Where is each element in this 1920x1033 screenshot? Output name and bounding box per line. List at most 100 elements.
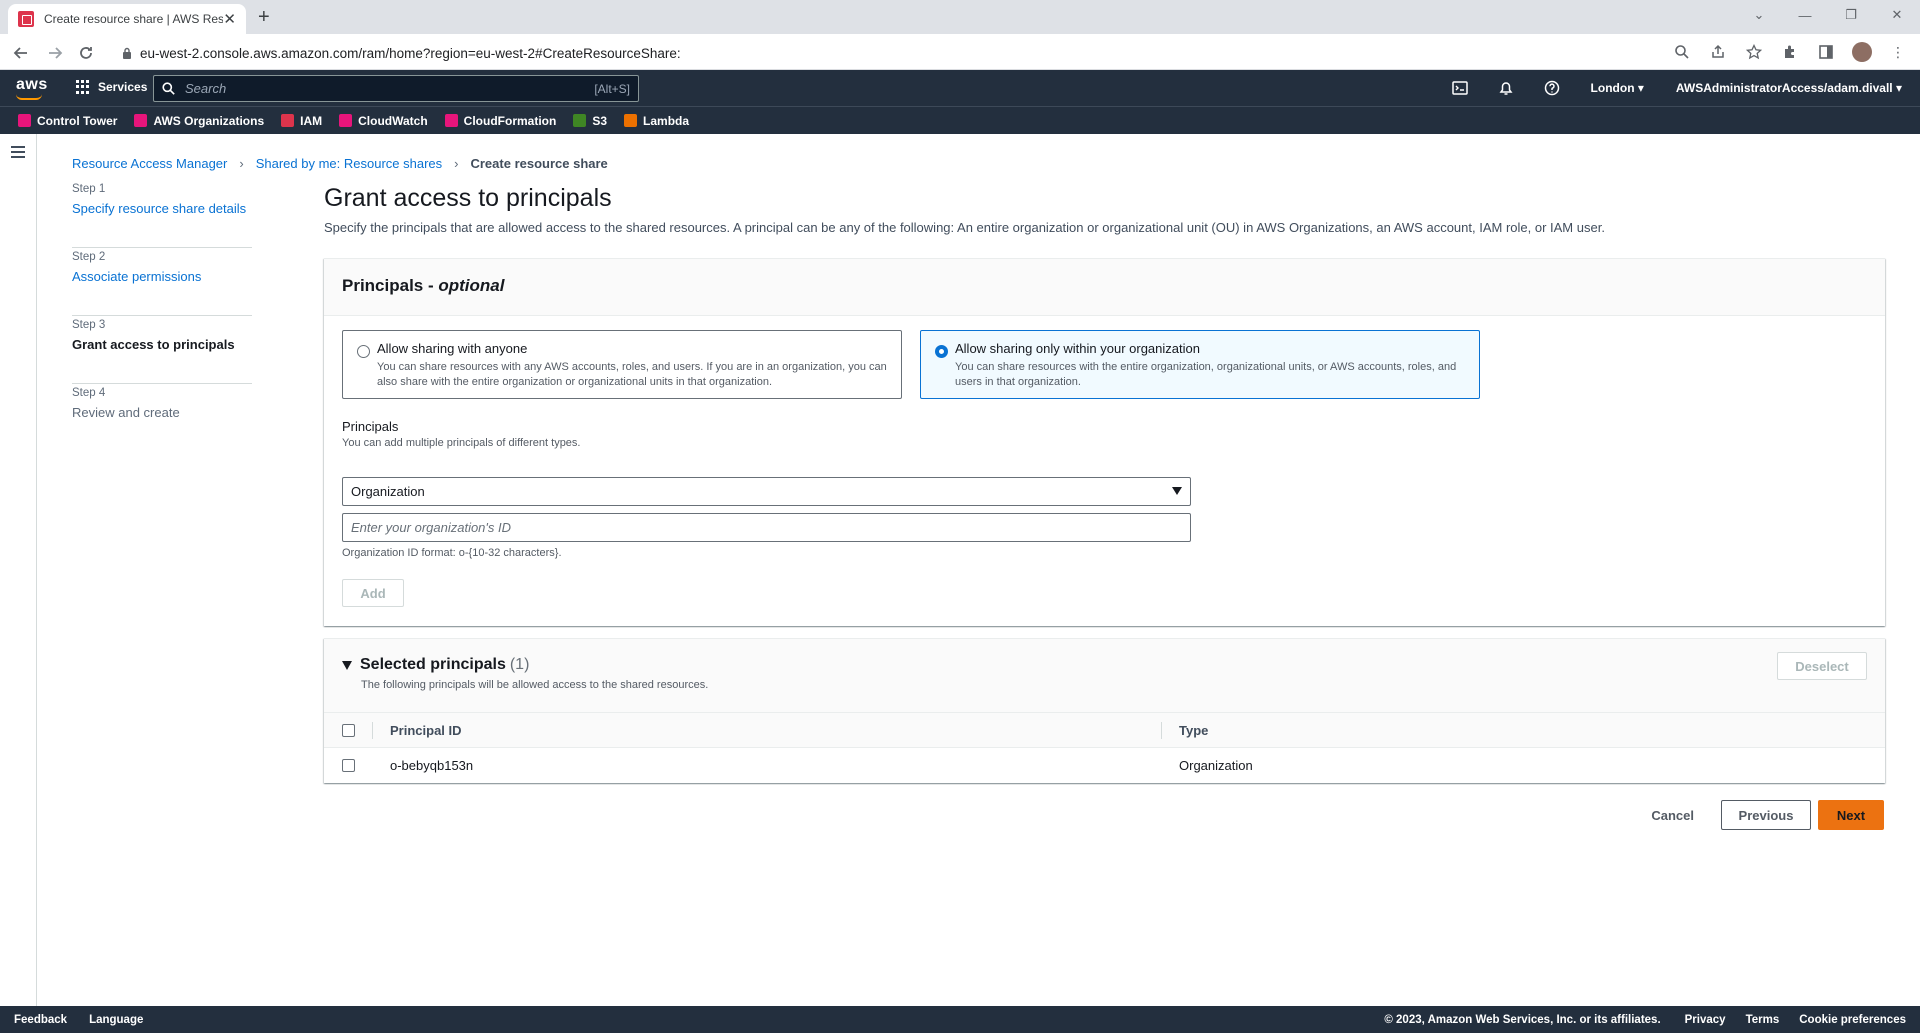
selected-principals-title[interactable]: Selected principals (1): [360, 656, 529, 674]
wizard-step-4: Step 4 Review and create: [72, 384, 252, 452]
feedback-link[interactable]: Feedback: [14, 1014, 67, 1026]
favorite-iam[interactable]: IAM: [281, 114, 322, 128]
organization-id-input[interactable]: Enter your organization's ID: [342, 513, 1191, 542]
chevron-right-icon: ›: [454, 156, 459, 171]
option-share-within-organization[interactable]: Allow sharing only within your organizat…: [920, 330, 1480, 399]
console-search-input[interactable]: Search [Alt+S]: [153, 75, 639, 102]
wizard-step-2: Step 2 Associate permissions: [72, 248, 252, 316]
cancel-button[interactable]: Cancel: [1651, 808, 1694, 823]
nav-right: London ▾ AWSAdministratorAccess/adam.div…: [1423, 79, 1902, 97]
principal-type-cell: Organization: [1179, 758, 1253, 773]
wizard-step-3: Step 3 Grant access to principals: [72, 316, 252, 384]
table-row: o-bebyqb153n Organization: [324, 748, 1885, 783]
wizard-step-1: Step 1 Specify resource share details: [72, 180, 252, 248]
browser-menu-icon[interactable]: ⋮: [1888, 42, 1908, 62]
caret-down-icon: [1172, 487, 1182, 495]
principals-card: Principals - optional Allow sharing with…: [324, 258, 1885, 626]
terms-link[interactable]: Terms: [1746, 1014, 1780, 1026]
lambda-icon: [624, 114, 638, 127]
step-current-principals: Grant access to principals: [72, 337, 235, 352]
favorite-s3[interactable]: S3: [573, 114, 607, 128]
tab-search-icon[interactable]: ⌄: [1736, 0, 1782, 30]
step-number: Step 2: [72, 251, 106, 263]
address-bar: eu-west-2.console.aws.amazon.com/ram/hom…: [0, 34, 1920, 70]
column-header-type[interactable]: Type: [1179, 723, 1208, 738]
help-icon[interactable]: [1543, 79, 1561, 97]
services-menu-button[interactable]: Services: [76, 80, 147, 94]
console-footer: Feedback Language © 2023, Amazon Web Ser…: [0, 1006, 1920, 1033]
next-button[interactable]: Next: [1818, 800, 1884, 830]
cookie-preferences-link[interactable]: Cookie preferences: [1799, 1014, 1906, 1026]
organizations-icon: [134, 114, 148, 127]
control-tower-icon: [18, 114, 31, 127]
principal-id-cell: o-bebyqb153n: [390, 758, 474, 773]
menu-hamburger-icon[interactable]: [11, 146, 25, 161]
region-selector[interactable]: London ▾: [1591, 81, 1644, 95]
zoom-icon[interactable]: [1672, 42, 1692, 62]
collapse-caret-icon[interactable]: [342, 661, 352, 670]
wizard-actions: Cancel Previous Next: [1651, 800, 1884, 830]
option-share-with-anyone[interactable]: Allow sharing with anyone You can share …: [342, 330, 902, 399]
new-tab-icon[interactable]: +: [258, 6, 270, 29]
account-menu[interactable]: AWSAdministratorAccess/adam.divall ▾: [1676, 81, 1902, 95]
favorite-cloudwatch[interactable]: CloudWatch: [339, 114, 428, 128]
search-placeholder: Search: [185, 81, 227, 96]
share-icon[interactable]: [1708, 42, 1728, 62]
favorite-aws-organizations[interactable]: AWS Organizations: [134, 114, 264, 128]
favorite-label: Lambda: [643, 113, 690, 128]
principals-card-header: Principals - optional: [324, 259, 1885, 316]
profile-avatar[interactable]: [1852, 42, 1872, 62]
back-icon[interactable]: [10, 42, 32, 64]
radio-button[interactable]: [357, 345, 370, 358]
copyright-text: © 2023, Amazon Web Services, Inc. or its…: [1384, 1013, 1661, 1026]
step-link-details[interactable]: Specify resource share details: [72, 201, 252, 216]
select-all-checkbox[interactable]: [342, 724, 355, 737]
breadcrumb: Resource Access Manager › Shared by me: …: [72, 156, 608, 171]
browser-tab[interactable]: Create resource share | AWS Resource Acc…: [8, 4, 246, 34]
breadcrumb-ram[interactable]: Resource Access Manager: [72, 156, 227, 171]
row-checkbox[interactable]: [342, 759, 355, 772]
principals-field-hint: You can add multiple principals of diffe…: [342, 437, 581, 449]
reload-icon[interactable]: [75, 42, 97, 64]
search-shortcut: [Alt+S]: [594, 81, 630, 96]
favorite-lambda[interactable]: Lambda: [624, 114, 689, 128]
services-label: Services: [98, 80, 148, 94]
step-link-permissions[interactable]: Associate permissions: [72, 269, 252, 284]
notifications-bell-icon[interactable]: [1497, 79, 1515, 97]
cloudshell-icon[interactable]: [1451, 79, 1469, 97]
favorite-cloudformation[interactable]: CloudFormation: [444, 113, 557, 128]
favorite-label: AWS Organizations: [153, 113, 265, 128]
footer-left: Feedback Language: [14, 1014, 143, 1026]
breadcrumb-current: Create resource share: [470, 156, 608, 171]
close-window-icon[interactable]: ✕: [1874, 0, 1920, 30]
selected-principals-description: The following principals will be allowed…: [361, 679, 709, 691]
favorite-label: CloudFormation: [463, 113, 557, 128]
selected-principals-card: Selected principals (1) The following pri…: [324, 638, 1885, 783]
minimize-icon[interactable]: —: [1782, 0, 1828, 30]
radio-button-selected[interactable]: [935, 345, 948, 358]
favorites-bar: Control Tower AWS Organizations IAM Clou…: [0, 106, 1920, 134]
deselect-button[interactable]: Deselect: [1777, 652, 1867, 680]
extensions-icon[interactable]: [1780, 42, 1800, 62]
privacy-link[interactable]: Privacy: [1685, 1014, 1726, 1026]
bookmark-star-icon[interactable]: [1744, 42, 1764, 62]
breadcrumb-resource-shares[interactable]: Shared by me: Resource shares: [256, 156, 442, 171]
aws-logo[interactable]: aws: [16, 76, 48, 94]
url-field[interactable]: eu-west-2.console.aws.amazon.com/ram/hom…: [112, 39, 1692, 67]
organization-id-hint: Organization ID format: o-{10-32 charact…: [342, 547, 562, 559]
close-tab-icon[interactable]: ✕: [223, 10, 236, 28]
add-principal-button[interactable]: Add: [342, 579, 404, 607]
previous-button[interactable]: Previous: [1721, 800, 1811, 830]
selected-count: (1): [509, 656, 530, 673]
language-link[interactable]: Language: [89, 1014, 143, 1026]
favorite-control-tower[interactable]: Control Tower: [18, 114, 117, 128]
page-description: Specify the principals that are allowed …: [324, 220, 1605, 235]
column-divider[interactable]: [1161, 722, 1162, 739]
restore-icon[interactable]: ❐: [1828, 0, 1874, 30]
optional-label: optional: [438, 276, 505, 295]
principal-type-select[interactable]: Organization: [342, 477, 1191, 506]
side-panel-icon[interactable]: [1816, 42, 1836, 62]
lock-icon: [123, 47, 131, 59]
column-header-principal-id[interactable]: Principal ID: [390, 723, 462, 738]
forward-icon[interactable]: [44, 42, 66, 64]
